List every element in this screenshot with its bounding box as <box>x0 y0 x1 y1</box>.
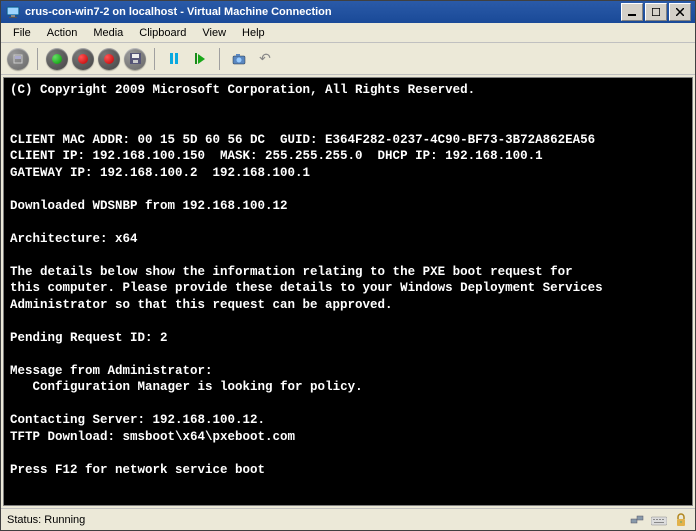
maximize-button[interactable] <box>645 3 667 21</box>
menu-file[interactable]: File <box>5 25 39 41</box>
toolbar-separator <box>219 48 220 70</box>
menu-action[interactable]: Action <box>39 25 86 41</box>
vmc-window: crus-con-win7-2 on localhost - Virtual M… <box>0 0 696 531</box>
menu-media[interactable]: Media <box>85 25 131 41</box>
menu-view[interactable]: View <box>194 25 234 41</box>
titlebar[interactable]: crus-con-win7-2 on localhost - Virtual M… <box>1 1 695 23</box>
shutdown-button[interactable] <box>98 48 120 70</box>
toolbar: ↶ <box>1 43 695 75</box>
menu-help[interactable]: Help <box>234 25 273 41</box>
keyboard-icon <box>651 512 667 528</box>
menu-clipboard[interactable]: Clipboard <box>131 25 194 41</box>
pause-button[interactable] <box>163 48 185 70</box>
toolbar-separator <box>37 48 38 70</box>
toolbar-separator <box>154 48 155 70</box>
vm-console[interactable]: (C) Copyright 2009 Microsoft Corporation… <box>3 77 693 506</box>
status-text: Status: Running <box>7 514 85 526</box>
start-button[interactable] <box>46 48 68 70</box>
menubar: File Action Media Clipboard View Help <box>1 23 695 43</box>
turnoff-button[interactable] <box>72 48 94 70</box>
revert-icon: ↶ <box>259 50 271 67</box>
reset-button[interactable] <box>189 48 211 70</box>
camera-icon <box>232 53 246 65</box>
revert-button[interactable]: ↶ <box>254 48 276 70</box>
lock-icon <box>673 512 689 528</box>
network-icon <box>629 512 645 528</box>
close-button[interactable] <box>669 3 691 21</box>
minimize-button[interactable] <box>621 3 643 21</box>
snapshot-button[interactable] <box>228 48 250 70</box>
titlebar-text: crus-con-win7-2 on localhost - Virtual M… <box>25 6 617 18</box>
pause-icon <box>170 53 178 64</box>
statusbar: Status: Running <box>1 508 695 530</box>
ctrl-alt-del-button[interactable] <box>7 48 29 70</box>
reset-icon <box>195 53 205 64</box>
save-button[interactable] <box>124 48 146 70</box>
app-icon <box>5 4 21 20</box>
